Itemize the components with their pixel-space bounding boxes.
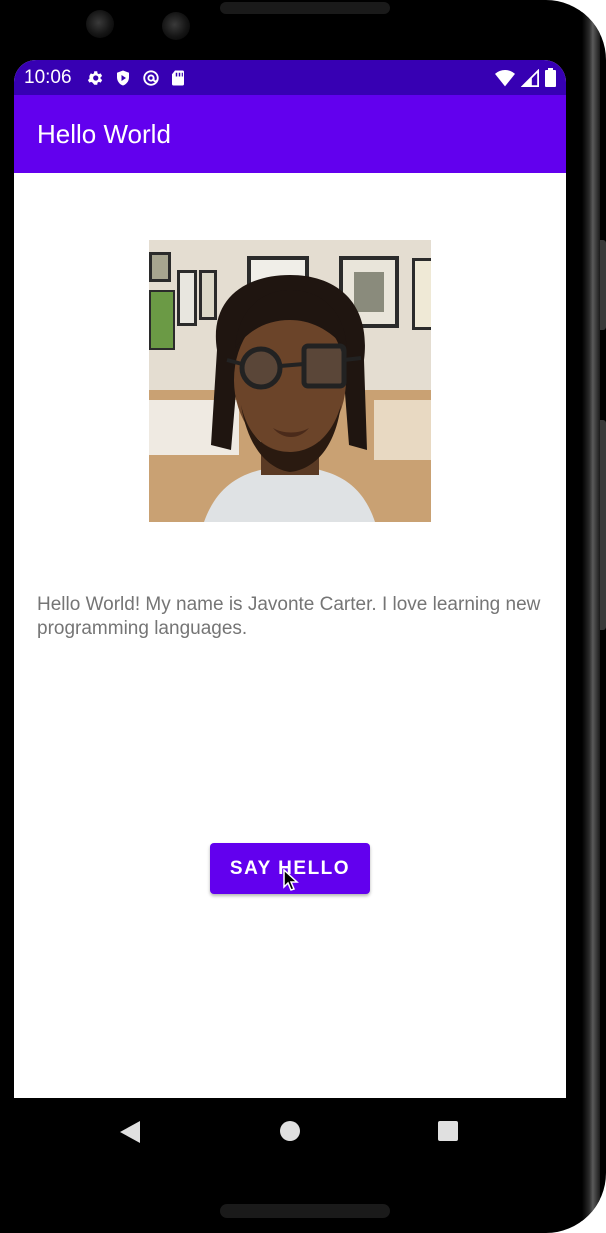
mouse-cursor-icon [283, 869, 299, 891]
gear-icon [87, 70, 102, 85]
app-title: Hello World [37, 118, 171, 149]
back-icon[interactable] [120, 1121, 140, 1143]
front-sensor-icon [162, 12, 190, 40]
signal-icon [521, 68, 539, 87]
phone-frame: 10:06 Hello World Hello World! My name i… [0, 0, 606, 1233]
volume-button [600, 240, 606, 330]
device-screen: 10:06 Hello World Hello World! My name i… [14, 60, 566, 1098]
home-icon[interactable] [280, 1121, 300, 1141]
profile-photo [149, 240, 431, 522]
navigation-bar [14, 1098, 566, 1166]
status-time: 10:06 [24, 66, 72, 88]
bottom-speaker [220, 1204, 390, 1218]
wifi-icon [495, 69, 515, 86]
recents-icon[interactable] [438, 1121, 458, 1141]
play-protect-icon [116, 70, 129, 85]
earpiece-speaker [220, 2, 390, 14]
at-sign-icon [142, 69, 159, 86]
bio-text: Hello World! My name is Javonte Carter. … [37, 594, 541, 639]
front-camera-icon [86, 10, 114, 38]
sd-card-icon [171, 70, 184, 85]
battery-icon [545, 68, 556, 87]
status-bar: 10:06 [14, 60, 566, 95]
power-button [600, 420, 606, 630]
app-bar: Hello World [14, 95, 566, 173]
